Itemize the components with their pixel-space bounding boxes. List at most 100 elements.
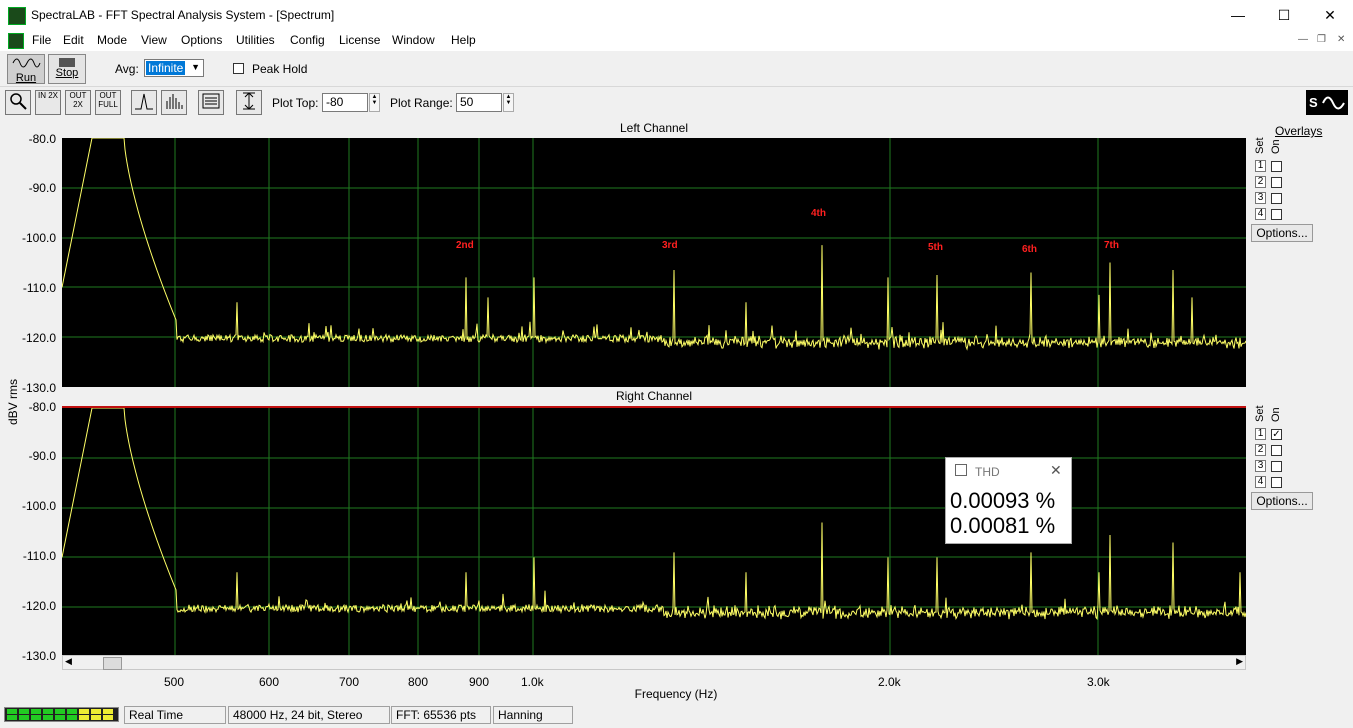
- thd-window-icon: [955, 464, 967, 476]
- overlay-on-2[interactable]: [1271, 177, 1282, 188]
- overlay-set-1[interactable]: 1: [1255, 428, 1266, 440]
- mdi-restore-button[interactable]: ❐: [1317, 34, 1326, 45]
- scroll-thumb[interactable]: [103, 657, 122, 670]
- right-options-button[interactable]: Options...: [1251, 492, 1313, 510]
- overlay-on-3[interactable]: [1271, 461, 1282, 472]
- left-spectrum-graph: [61, 137, 1247, 387]
- window-title: SpectraLAB - FFT Spectral Analysis Syste…: [31, 8, 335, 22]
- magnifier-icon: [10, 93, 27, 110]
- left-y-tick: -80.0: [28, 132, 56, 146]
- harmonic-label-3rd: 3rd: [662, 240, 678, 251]
- minimize-button[interactable]: —: [1215, 0, 1261, 30]
- menu-config[interactable]: Config: [290, 33, 325, 47]
- spectralab-logo-icon: S: [1306, 90, 1348, 115]
- set-label: Set: [1254, 137, 1266, 154]
- stop-button[interactable]: Stop: [48, 54, 86, 84]
- harmonic-label-4th: 4th: [811, 208, 826, 219]
- bar-plot-button[interactable]: [161, 90, 187, 115]
- overlay-on-2[interactable]: [1271, 445, 1282, 456]
- left-channel-title: Left Channel: [619, 121, 689, 135]
- right-y-tick: -100.0: [21, 499, 56, 513]
- plot-range-stepper[interactable]: ▲ ▼: [503, 93, 514, 112]
- line-plot-button[interactable]: [131, 90, 157, 115]
- menu-file[interactable]: File: [32, 33, 51, 47]
- set-label: Set: [1254, 405, 1266, 422]
- overlay-on-3[interactable]: [1271, 193, 1282, 204]
- right-y-tick: -80.0: [28, 400, 56, 414]
- overlay-set-2[interactable]: 2: [1255, 444, 1266, 456]
- thd-window[interactable]: THD ✕ 0.00093 % 0.00081 %: [945, 457, 1072, 544]
- autoscale-button[interactable]: [236, 90, 262, 115]
- overlay-set-3[interactable]: 3: [1255, 192, 1266, 204]
- harmonic-label-6th: 6th: [1022, 244, 1037, 255]
- close-icon[interactable]: ✕: [1050, 462, 1062, 479]
- right-y-tick: -110.0: [22, 549, 56, 563]
- sine-wave-icon: [12, 58, 41, 68]
- right-y-tick: -120.0: [21, 599, 56, 613]
- peak-hold-checkbox[interactable]: [233, 63, 244, 74]
- toolbar-plot: IN 2X OUT 2X OUT FULL Plot Top: -80 ▲ ▼ P…: [0, 87, 1353, 119]
- menu-options[interactable]: Options: [181, 33, 222, 47]
- avg-value: Infinite: [146, 61, 186, 75]
- zoom-in-2x-label: IN 2X: [37, 91, 58, 100]
- zoom-button[interactable]: [5, 90, 31, 115]
- harmonic-label-7th: 7th: [1104, 240, 1119, 251]
- on-label: On: [1270, 407, 1282, 422]
- settings-button[interactable]: [198, 90, 224, 115]
- horizontal-scrollbar[interactable]: ◀ ▶: [62, 655, 1246, 670]
- overlay-set-1[interactable]: 1: [1255, 160, 1266, 172]
- level-meter: [4, 707, 119, 722]
- app-icon: [8, 7, 26, 25]
- title-bar: SpectraLAB - FFT Spectral Analysis Syste…: [0, 0, 1353, 30]
- zoom-out-full-label: OUT FULL: [98, 91, 118, 109]
- plot-top-stepper[interactable]: ▲ ▼: [369, 93, 380, 112]
- x-axis-label: Frequency (Hz): [634, 687, 718, 701]
- close-button[interactable]: ✕: [1307, 0, 1353, 30]
- zoom-out-2x-label: OUT 2X: [69, 91, 87, 109]
- line-plot-icon: [135, 93, 153, 110]
- left-y-tick: -130.0: [21, 381, 56, 395]
- menu-view[interactable]: View: [141, 33, 167, 47]
- overlay-set-2[interactable]: 2: [1255, 176, 1266, 188]
- avg-label: Avg:: [115, 62, 139, 76]
- overlay-on-4[interactable]: [1271, 477, 1282, 488]
- panel-icon: [202, 93, 220, 109]
- overlay-set-4[interactable]: 4: [1255, 476, 1266, 488]
- run-button[interactable]: Run: [7, 54, 45, 84]
- stop-icon: [59, 58, 75, 67]
- status-mode: Real Time: [124, 706, 226, 724]
- thd-right-value: 0.00081 %: [950, 513, 1056, 538]
- plot-range-input[interactable]: 50: [456, 93, 502, 112]
- menu-edit[interactable]: Edit: [63, 33, 84, 47]
- overlay-set-3[interactable]: 3: [1255, 460, 1266, 472]
- scroll-right-icon[interactable]: ▶: [1236, 656, 1243, 667]
- bar-plot-icon: [166, 94, 183, 109]
- zoom-in-2x-button[interactable]: IN 2X: [35, 90, 61, 115]
- spectrum-trace: [61, 137, 1247, 351]
- mdi-minimize-button[interactable]: —: [1298, 34, 1308, 45]
- overlay-on-1[interactable]: [1271, 161, 1282, 172]
- menu-help[interactable]: Help: [451, 33, 476, 47]
- overlay-on-4[interactable]: [1271, 209, 1282, 220]
- left-y-tick: -100.0: [21, 231, 56, 245]
- avg-select[interactable]: Infinite ▼: [144, 59, 204, 77]
- svg-text:S: S: [1309, 95, 1318, 110]
- menu-window[interactable]: Window: [392, 33, 435, 47]
- chevron-down-icon: ▼: [191, 62, 200, 72]
- overlay-on-1-checked[interactable]: ✓: [1271, 429, 1282, 440]
- document-icon[interactable]: [8, 33, 24, 49]
- zoom-out-2x-button[interactable]: OUT 2X: [65, 90, 91, 115]
- left-options-button[interactable]: Options...: [1251, 224, 1313, 242]
- maximize-button[interactable]: ☐: [1261, 0, 1307, 30]
- plot-top-input[interactable]: -80: [322, 93, 368, 112]
- menu-utilities[interactable]: Utilities: [236, 33, 275, 47]
- menu-license[interactable]: License: [339, 33, 380, 47]
- overlay-set-4[interactable]: 4: [1255, 208, 1266, 220]
- left-channel-plot[interactable]: 2nd 3rd 4th 5th 6th 7th: [61, 137, 1247, 387]
- menu-mode[interactable]: Mode: [97, 33, 127, 47]
- right-y-tick: -90.0: [28, 449, 56, 463]
- right-y-tick: -130.0: [21, 649, 56, 663]
- scroll-left-icon[interactable]: ◀: [65, 656, 72, 667]
- zoom-out-full-button[interactable]: OUT FULL: [95, 90, 121, 115]
- mdi-close-button[interactable]: ✕: [1337, 34, 1345, 45]
